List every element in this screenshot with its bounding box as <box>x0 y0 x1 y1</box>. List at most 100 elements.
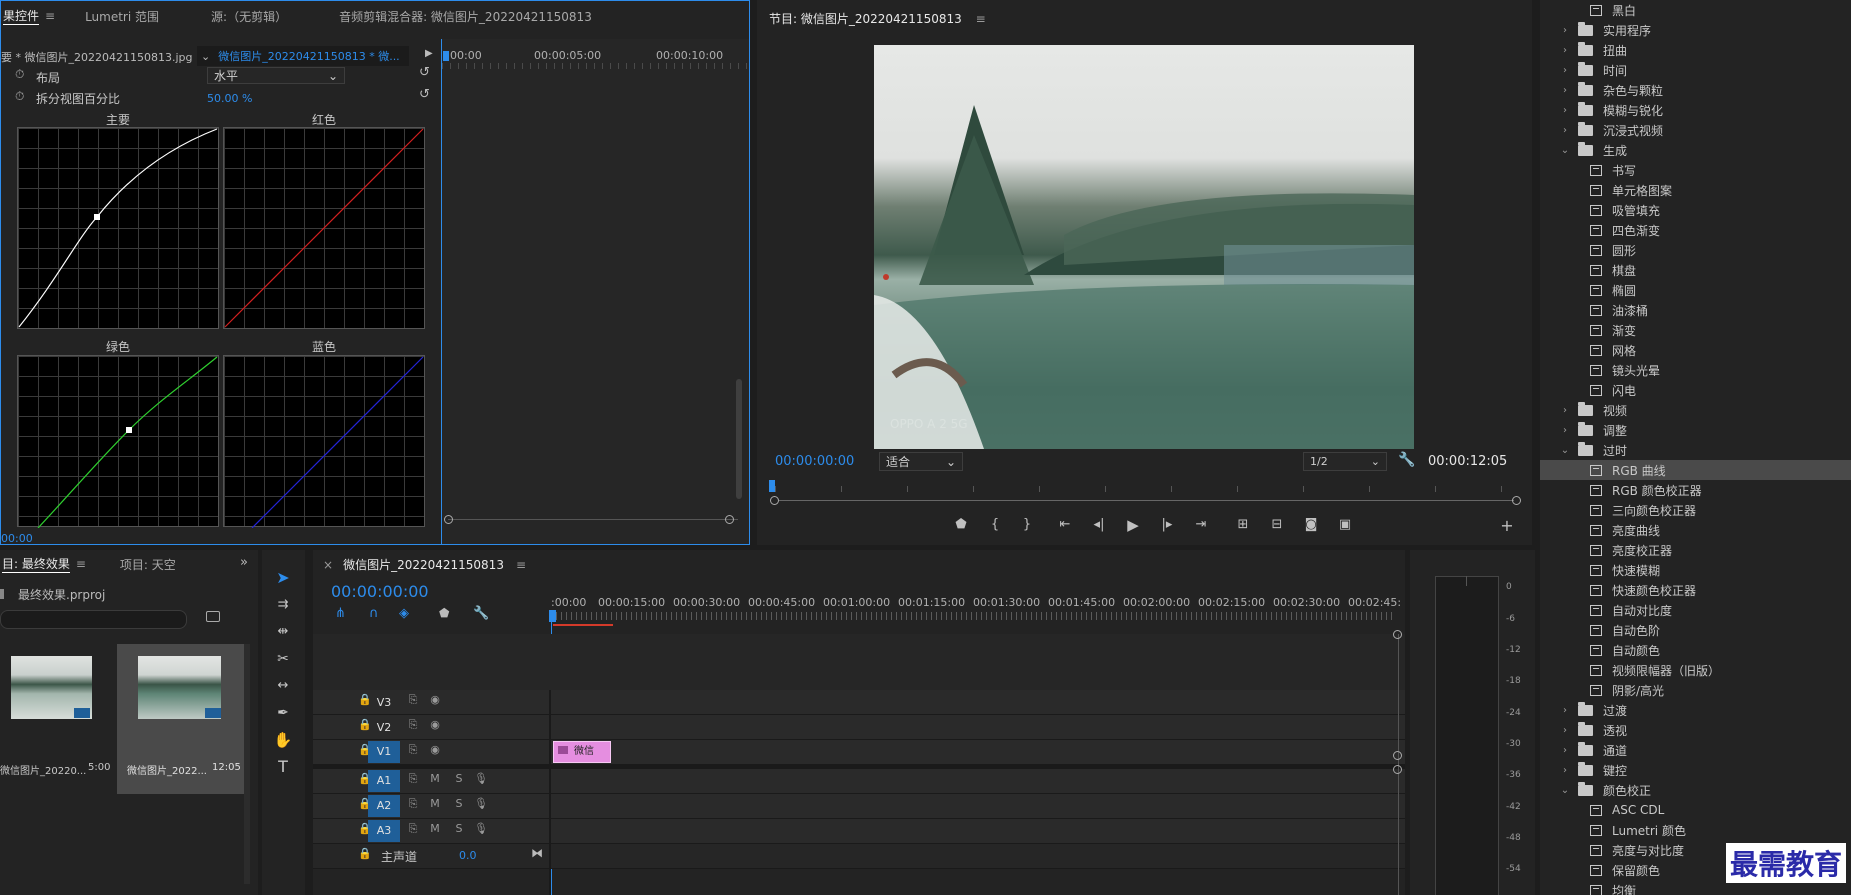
effects-item[interactable]: 镜头光晕 <box>1540 360 1851 380</box>
mute-button[interactable]: M <box>425 819 445 839</box>
track-label-v3[interactable]: V3 <box>368 692 400 714</box>
microphone-icon[interactable]: 🎙 <box>471 769 491 789</box>
program-scroll-track[interactable] <box>779 500 1514 501</box>
track-select-tool-icon[interactable]: ⇉ <box>270 593 296 617</box>
effects-folder[interactable]: › 过渡 <box>1540 700 1851 720</box>
sync-lock-icon[interactable]: ⎘ <box>403 769 423 789</box>
effects-folder[interactable]: ⌄ 颜色校正 <box>1540 780 1851 800</box>
track-label-a3[interactable]: A3 <box>368 820 400 842</box>
effects-item[interactable]: 四色渐变 <box>1540 220 1851 240</box>
solo-button[interactable]: S <box>449 794 469 814</box>
effects-item[interactable]: ASC CDL <box>1540 800 1851 820</box>
wrench-icon[interactable]: 🔧 <box>1398 452 1415 468</box>
effects-item[interactable]: 黑白 <box>1540 0 1851 20</box>
step-forward-icon[interactable]: |▸ <box>1155 517 1179 532</box>
mini-scroll-handle-left[interactable] <box>444 515 453 524</box>
clip-sequence-dropdown[interactable]: ⌄ 微信图片_20220421150813 * 微... <box>197 46 409 66</box>
effects-item[interactable]: 自动颜色 <box>1540 640 1851 660</box>
eye-icon[interactable]: ◉ <box>425 690 445 710</box>
chevron-right-icon[interactable]: › <box>1558 725 1572 736</box>
tab-source[interactable]: 源:（无剪辑） <box>199 8 299 25</box>
effects-folder[interactable]: › 视频 <box>1540 400 1851 420</box>
effects-item[interactable]: 吸管填充 <box>1540 200 1851 220</box>
panel-menu-icon[interactable]: ≡ <box>516 558 526 572</box>
effects-item[interactable]: 自动对比度 <box>1540 600 1851 620</box>
program-timecode-current[interactable]: 00:00:00:00 <box>775 454 854 469</box>
effects-item[interactable]: 油漆桶 <box>1540 300 1851 320</box>
chevron-right-icon[interactable]: › <box>1558 425 1572 436</box>
track-label-v2[interactable]: V2 <box>368 717 400 739</box>
program-scroll-left[interactable] <box>770 496 779 505</box>
mini-scroll-track[interactable] <box>448 519 738 520</box>
mark-in-icon[interactable]: { <box>983 517 1007 532</box>
chevron-right-icon[interactable]: › <box>1558 705 1572 716</box>
effects-item[interactable]: 自动色阶 <box>1540 620 1851 640</box>
marker-icon[interactable]: ⬟ <box>439 606 449 620</box>
new-bin-search-icon[interactable] <box>206 611 220 622</box>
sync-lock-icon[interactable]: ⎘ <box>403 794 423 814</box>
effects-item[interactable]: Lumetri 颜色 <box>1540 820 1851 840</box>
master-track-volume[interactable]: 0.0 <box>459 849 477 862</box>
add-button-icon[interactable]: + <box>1495 516 1519 535</box>
playback-resolution-dropdown[interactable]: 1/2 ⌄ <box>1303 452 1387 471</box>
add-marker-timeline-icon[interactable]: ◈ <box>399 606 409 621</box>
sync-lock-icon[interactable]: ⎘ <box>403 819 423 839</box>
microphone-icon[interactable]: 🎙 <box>471 819 491 839</box>
timeline-settings-wrench-icon[interactable]: 🔧 <box>473 606 489 621</box>
mini-scroll-handle-right[interactable] <box>725 515 734 524</box>
mini-playhead-icon[interactable] <box>443 51 449 61</box>
panel-overflow-icon[interactable]: » <box>240 555 248 570</box>
lock-icon[interactable]: 🔒 <box>355 844 375 864</box>
sync-lock-icon[interactable]: ⎘ <box>403 690 423 710</box>
chevron-down-icon[interactable]: ⌄ <box>1558 145 1572 156</box>
chevron-right-icon[interactable]: › <box>1558 25 1572 36</box>
mute-button[interactable]: M <box>425 769 445 789</box>
track-label-v1[interactable]: V1 <box>368 741 400 763</box>
effects-item[interactable]: 阴影/高光 <box>1540 680 1851 700</box>
close-icon[interactable]: × <box>323 558 333 572</box>
lift-icon[interactable]: ⊞ <box>1231 517 1255 532</box>
reset-icon[interactable]: ↺ <box>419 87 430 102</box>
project-search-input[interactable] <box>0 610 187 629</box>
project-item-1[interactable]: 微信图片_20220... 5:00 <box>0 644 117 794</box>
effects-item[interactable]: 书写 <box>1540 160 1851 180</box>
curve-master[interactable] <box>17 127 219 329</box>
effects-folder[interactable]: › 杂色与颗粒 <box>1540 80 1851 100</box>
solo-button[interactable]: S <box>449 819 469 839</box>
timeline-vscroll-handle-mid[interactable] <box>1393 751 1402 760</box>
eye-icon[interactable]: ◉ <box>425 740 445 760</box>
effects-item[interactable]: 棋盘 <box>1540 260 1851 280</box>
stopwatch-icon[interactable]: ⏱ <box>15 89 24 104</box>
play-icon[interactable]: ▶ <box>1121 516 1145 534</box>
mark-out-icon[interactable]: } <box>1015 517 1039 532</box>
effects-item[interactable]: 网格 <box>1540 340 1851 360</box>
effects-item[interactable]: 闪电 <box>1540 380 1851 400</box>
slip-tool-icon[interactable]: ↔ <box>270 674 296 698</box>
step-back-icon[interactable]: ◂| <box>1087 517 1111 532</box>
effects-item[interactable]: 亮度校正器 <box>1540 540 1851 560</box>
timeline-timecode[interactable]: 00:00:00:00 <box>331 582 429 601</box>
effects-item[interactable]: 视频限幅器（旧版） <box>1540 660 1851 680</box>
effects-folder[interactable]: › 透视 <box>1540 720 1851 740</box>
chevron-right-icon[interactable]: › <box>1558 405 1572 416</box>
effects-item[interactable]: 圆形 <box>1540 240 1851 260</box>
effects-folder[interactable]: › 扭曲 <box>1540 40 1851 60</box>
effects-folder[interactable]: › 模糊与锐化 <box>1540 100 1851 120</box>
effects-item[interactable]: 椭圆 <box>1540 280 1851 300</box>
effects-folder[interactable]: › 沉浸式视频 <box>1540 120 1851 140</box>
effects-item[interactable]: 快速颜色校正器 <box>1540 580 1851 600</box>
microphone-icon[interactable]: 🎙 <box>471 794 491 814</box>
extract-icon[interactable]: ⊟ <box>1265 517 1289 532</box>
curve-red[interactable] <box>223 127 425 329</box>
chevron-right-icon[interactable]: › <box>1558 105 1572 116</box>
effects-item[interactable]: RGB 颜色校正器 <box>1540 480 1851 500</box>
tab-audio-clip-mixer[interactable]: 音频剪辑混合器: 微信图片_20220421150813 <box>327 8 604 25</box>
mute-button[interactable]: M <box>425 794 445 814</box>
export-frame-icon[interactable]: ◙ <box>1299 517 1323 532</box>
effects-folder[interactable]: ⌄ 过时 <box>1540 440 1851 460</box>
panel-menu-icon[interactable]: ≡ <box>76 557 86 571</box>
effects-folder[interactable]: › 通道 <box>1540 740 1851 760</box>
tab-effect-controls[interactable]: 果控件 ≡ <box>1 7 67 25</box>
linked-selection-icon[interactable]: ∩ <box>369 606 379 621</box>
chevron-right-icon[interactable]: › <box>1558 45 1572 56</box>
